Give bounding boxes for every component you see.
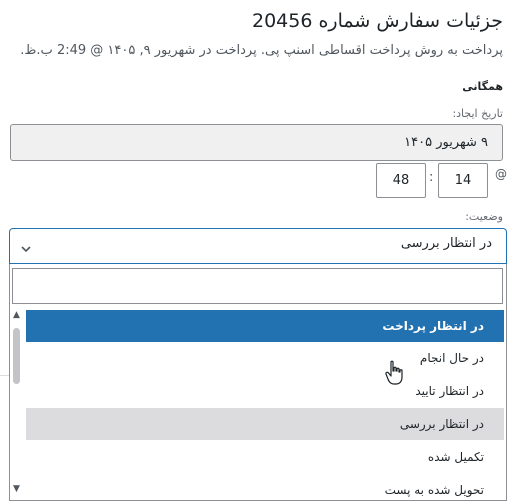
chevron-down-icon [20,240,32,259]
date-created-value: ۹ شهریور ۱۴۰۵ [404,135,488,150]
status-select[interactable]: در انتظار بررسی [9,228,507,264]
divider [0,375,9,376]
hand-cursor-icon [384,360,406,390]
date-created-label: تاریخ ایجاد: [452,107,503,120]
date-created-field[interactable]: ۹ شهریور ۱۴۰۵ [10,124,503,161]
hour-field[interactable]: 14 [438,163,488,198]
dropdown-scrollbar[interactable]: ▲ ▼ [10,310,24,500]
status-label: وضعیت: [465,210,503,223]
at-symbol: @ [495,167,507,181]
status-dropdown: ▲ ▼ در انتظار پرداخت در حال انجام در انت… [9,264,507,501]
payment-summary: پرداخت به روش پرداخت اقساطی اسنپ پی. پرد… [20,43,503,58]
scroll-thumb[interactable] [13,328,20,384]
page-title: جزئیات سفارش شماره 20456 [251,10,503,32]
dropdown-search-input[interactable] [12,268,503,304]
scroll-up-icon[interactable]: ▲ [13,310,20,320]
status-option[interactable]: تکمیل شده [26,441,504,473]
scroll-down-icon[interactable]: ▼ [13,484,20,494]
time-separator: : [429,170,434,185]
status-selected-value: در انتظار بررسی [400,236,492,251]
status-option[interactable]: در انتظار پرداخت [26,310,504,342]
section-heading: همگانی [462,80,503,93]
minute-field[interactable]: 48 [376,163,426,198]
status-option[interactable]: در انتظار تایید [26,375,504,407]
status-option[interactable]: در حال انجام [26,342,504,374]
status-option[interactable]: در انتظار بررسی [26,408,504,440]
status-option[interactable]: تحویل شده به پست [26,474,504,500]
